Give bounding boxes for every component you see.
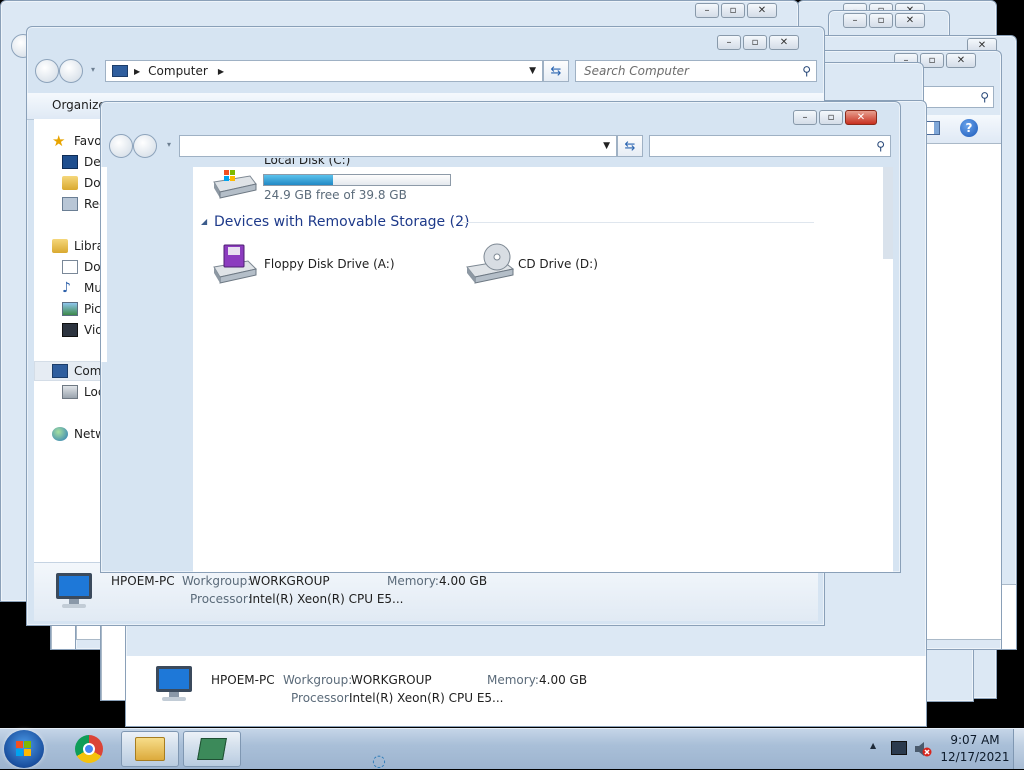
recent-places-icon [62, 197, 78, 211]
maximize-button[interactable]: ▫ [819, 110, 843, 125]
history-dropdown-icon[interactable]: ▾ [91, 65, 95, 74]
forward-button[interactable] [59, 59, 83, 83]
explorer-folder-icon [135, 737, 165, 761]
volume-muted-icon[interactable] [914, 741, 932, 757]
search-icon: ⚲ [980, 90, 989, 104]
group-header-removable[interactable]: Devices with Removable Storage (2) [214, 214, 469, 230]
windows-orb-icon [16, 741, 32, 757]
sidebar-item-favorites[interactable]: ★ Favorites [52, 131, 100, 151]
sidebar-item-label: Favorites [74, 134, 100, 148]
computer-icon [52, 571, 96, 611]
history-dropdown-icon[interactable]: ▾ [167, 140, 171, 149]
documents-icon [62, 260, 78, 274]
details-pc-name: HPOEM-PC [111, 574, 175, 588]
taskbar-explorer[interactable] [121, 731, 179, 767]
minimize-button[interactable]: – [793, 110, 817, 125]
close-button[interactable]: ✕ [769, 35, 799, 50]
details-memory-label: Memory: [487, 673, 539, 687]
search-placeholder: Search Computer [584, 64, 689, 78]
floppy-drive-label[interactable]: Floppy Disk Drive (A:) [264, 257, 395, 271]
organize-button[interactable]: Organize [52, 98, 106, 112]
network-icon[interactable] [891, 741, 907, 755]
group-header-divider [462, 222, 814, 223]
hard-drive-icon [62, 385, 78, 399]
libraries-icon [52, 239, 68, 253]
local-disk-usage-bar [263, 174, 451, 186]
show-desktop-button[interactable] [1013, 729, 1024, 769]
taskbar-chrome[interactable] [60, 731, 118, 767]
details-memory-value: 4.00 GB [439, 574, 488, 588]
computer-icon [112, 65, 128, 77]
search-icon[interactable]: ⚲ [876, 139, 885, 153]
floppy-drive-icon [210, 243, 258, 285]
back-button[interactable] [109, 134, 133, 158]
taskbar-computer[interactable] [183, 731, 241, 767]
address-dropdown-icon[interactable]: ▼ [603, 141, 610, 151]
clock-date[interactable]: 12/17/2021 [940, 750, 1010, 764]
minimize-button[interactable]: – [843, 13, 867, 28]
hard-drive-icon [210, 168, 258, 202]
address-bar[interactable]: ▶ Computer ▶ ▼ [105, 60, 543, 82]
breadcrumb-arrow-icon[interactable]: ▶ [218, 67, 224, 76]
mouse-cursor-busy-icon: ◌ [372, 751, 386, 770]
close-button[interactable]: ✕ [895, 13, 925, 28]
details-processor-label: Processor: [291, 691, 353, 705]
desktop-icon [62, 155, 78, 169]
cd-drive-label[interactable]: CD Drive (D:) [518, 257, 598, 271]
search-box[interactable]: Search Computer ⚲ [575, 60, 817, 82]
close-button[interactable]: ✕ [747, 3, 777, 18]
local-disk-usage-fill [264, 175, 333, 185]
help-icon[interactable]: ? [960, 119, 978, 137]
clock-time[interactable]: 9:07 AM [945, 733, 1005, 747]
breadcrumb-arrow-icon[interactable]: ▶ [134, 67, 140, 76]
local-disk-name[interactable]: Local Disk (C:) [264, 158, 350, 172]
forward-button[interactable] [133, 134, 157, 158]
music-icon: ♪ [62, 280, 71, 296]
content-pane-edge [101, 167, 107, 362]
search-icon[interactable]: ⚲ [802, 64, 811, 78]
details-memory-label: Memory: [387, 574, 439, 588]
close-button[interactable]: ✕ [946, 53, 976, 68]
details-memory-value: 4.00 GB [539, 673, 588, 687]
taskbar: ◌ ▲ 9:07 AM 12/17/2021 [0, 728, 1024, 770]
refresh-button[interactable]: ⇆ [617, 135, 643, 157]
search-box[interactable]: ⚲ [649, 135, 891, 157]
chrome-icon [75, 735, 103, 763]
star-icon: ★ [52, 132, 66, 150]
maximize-button[interactable]: ▫ [721, 3, 745, 18]
local-disk-free-space: 24.9 GB free of 39.8 GB [264, 188, 407, 202]
maximize-button[interactable]: ▫ [869, 13, 893, 28]
computer-icon [197, 738, 227, 760]
videos-icon [62, 323, 78, 337]
show-hidden-icons-button[interactable]: ▲ [870, 741, 876, 750]
computer-icon [52, 364, 68, 378]
minimize-button[interactable]: – [695, 3, 719, 18]
details-processor-label: Processor: [190, 592, 252, 606]
details-workgroup-label: Workgroup: [283, 673, 353, 687]
details-workgroup-value: WORKGROUP [249, 574, 330, 588]
start-button[interactable] [4, 730, 44, 768]
address-dropdown-icon[interactable]: ▼ [529, 66, 536, 76]
details-processor-value: Intel(R) Xeon(R) CPU E5... [349, 691, 504, 705]
address-bar[interactable]: ▼ [179, 135, 617, 157]
details-workgroup-label: Workgroup: [182, 574, 252, 588]
refresh-button[interactable]: ⇆ [543, 60, 569, 82]
cd-drive-icon [465, 243, 515, 285]
close-button[interactable]: ✕ [845, 110, 877, 125]
breadcrumb-computer[interactable]: Computer [148, 64, 208, 78]
collapse-arrow-icon[interactable]: ◢ [201, 217, 207, 226]
pictures-icon [62, 302, 78, 316]
back-button[interactable] [35, 59, 59, 83]
details-processor-value: Intel(R) Xeon(R) CPU E5... [249, 592, 404, 606]
minimize-button[interactable]: – [717, 35, 741, 50]
computer-icon [152, 664, 196, 704]
network-globe-icon [52, 427, 68, 441]
details-pc-name: HPOEM-PC [211, 673, 275, 687]
details-workgroup-value: WORKGROUP [351, 673, 432, 687]
downloads-folder-icon [62, 176, 78, 190]
maximize-button[interactable]: ▫ [743, 35, 767, 50]
sidebar-item-desktop[interactable]: Desktop [62, 152, 102, 172]
